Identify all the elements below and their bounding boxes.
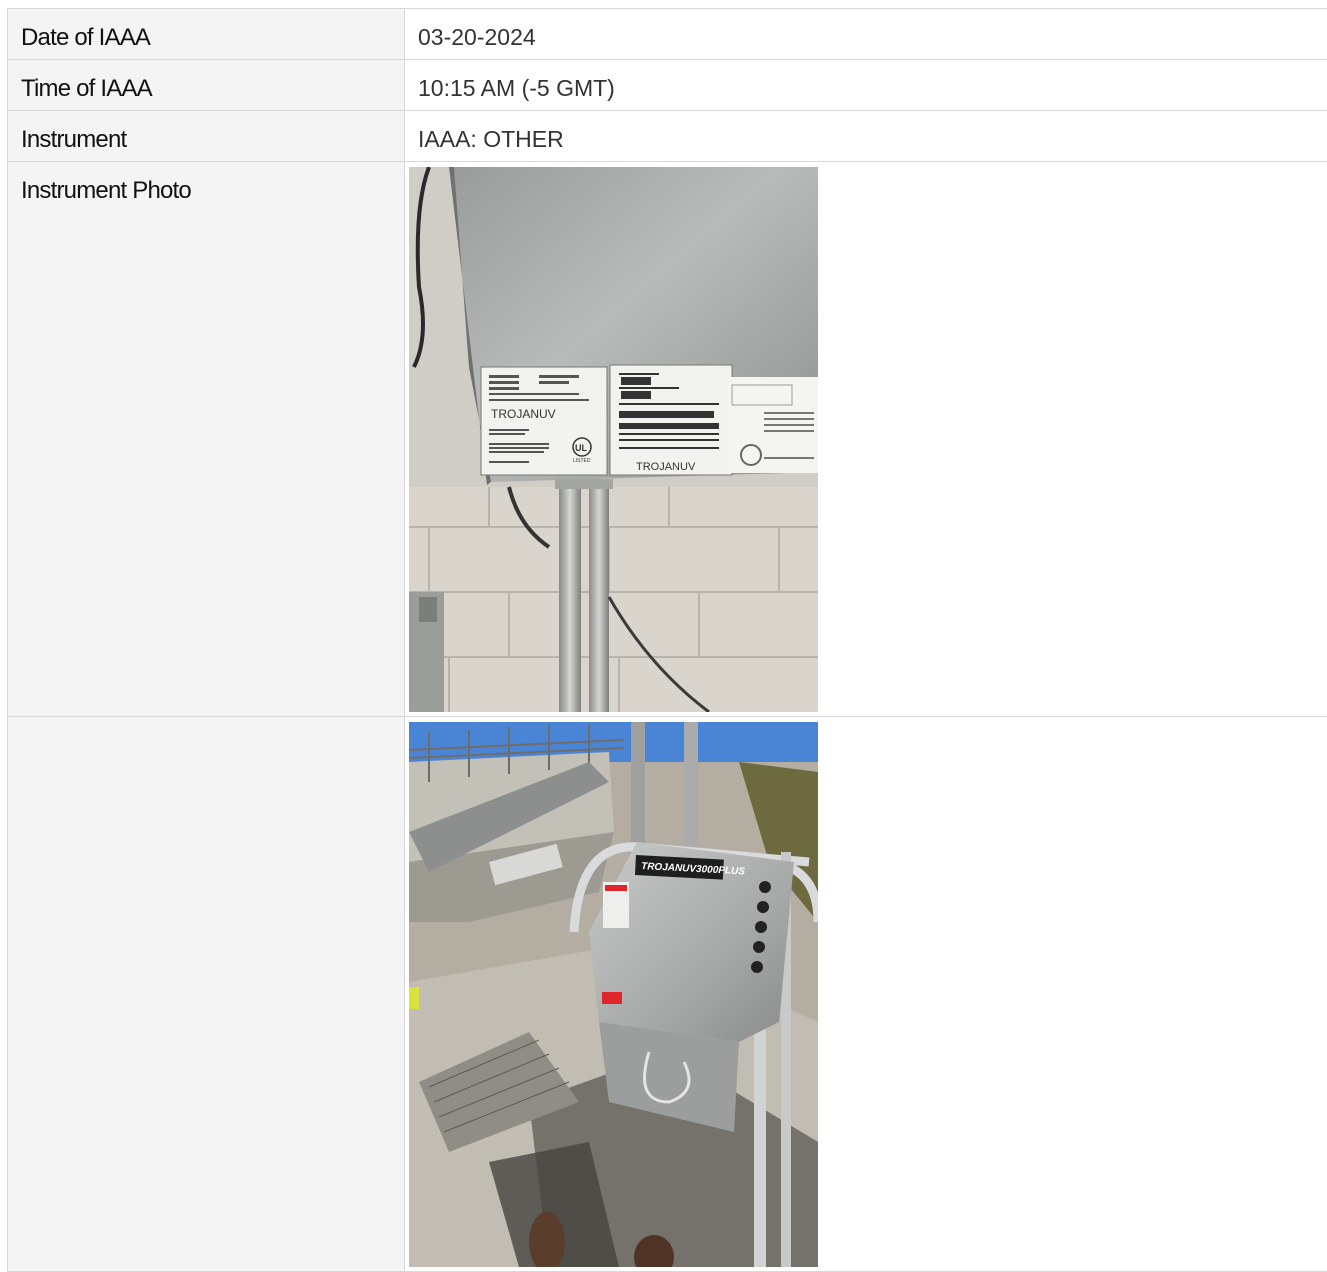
table-row-instrument: Instrument IAAA: OTHER: [8, 111, 1327, 162]
right-label-brand: TROJANUV: [636, 461, 696, 473]
ul-listed: LISTED: [573, 458, 591, 464]
left-label-brand: TROJANUV: [491, 407, 556, 421]
instrument-photo-label: Instrument Photo: [8, 162, 404, 212]
time-value: 10:15 AM (-5 GMT): [405, 60, 1327, 110]
photo-wrap: TROJANUV3000PLUS: [405, 717, 1327, 1271]
value-cell: TROJANUV UL LISTED: [405, 162, 1327, 717]
second-photo-label: [8, 717, 404, 767]
instrument-nameplate-photo[interactable]: TROJANUV UL LISTED: [409, 167, 818, 712]
ul-mark: UL: [575, 443, 587, 453]
table-row-time: Time of IAAA 10:15 AM (-5 GMT): [8, 60, 1327, 111]
table-row-date: Date of IAAA 03-20-2024: [8, 9, 1327, 60]
value-cell: TROJANUV3000PLUS: [405, 717, 1327, 1272]
label-cell: Instrument: [8, 111, 405, 162]
table-row-second-photo: TROJANUV3000PLUS: [8, 717, 1327, 1272]
instrument-value: IAAA: OTHER: [405, 111, 1327, 161]
label-cell: Time of IAAA: [8, 60, 405, 111]
date-value: 03-20-2024: [405, 9, 1327, 59]
table-row-instrument-photo: Instrument Photo: [8, 162, 1327, 717]
time-label: Time of IAAA: [8, 60, 404, 110]
nameplate-photo-image: TROJANUV UL LISTED: [409, 167, 818, 712]
label-cell: Instrument Photo: [8, 162, 405, 717]
value-cell: 10:15 AM (-5 GMT): [405, 60, 1327, 111]
label-cell: Date of IAAA: [8, 9, 405, 60]
instrument-report-table: Date of IAAA 03-20-2024 Time of IAAA 10:…: [7, 8, 1327, 1272]
label-cell: [8, 717, 405, 1272]
value-cell: 03-20-2024: [405, 9, 1327, 60]
value-cell: IAAA: OTHER: [405, 111, 1327, 162]
photo-wrap: TROJANUV UL LISTED: [405, 162, 1327, 716]
instrument-unit-photo[interactable]: TROJANUV3000PLUS: [409, 722, 818, 1267]
unit-photo-image: TROJANUV3000PLUS: [409, 722, 818, 1267]
instrument-label: Instrument: [8, 111, 404, 161]
date-label: Date of IAAA: [8, 9, 404, 59]
